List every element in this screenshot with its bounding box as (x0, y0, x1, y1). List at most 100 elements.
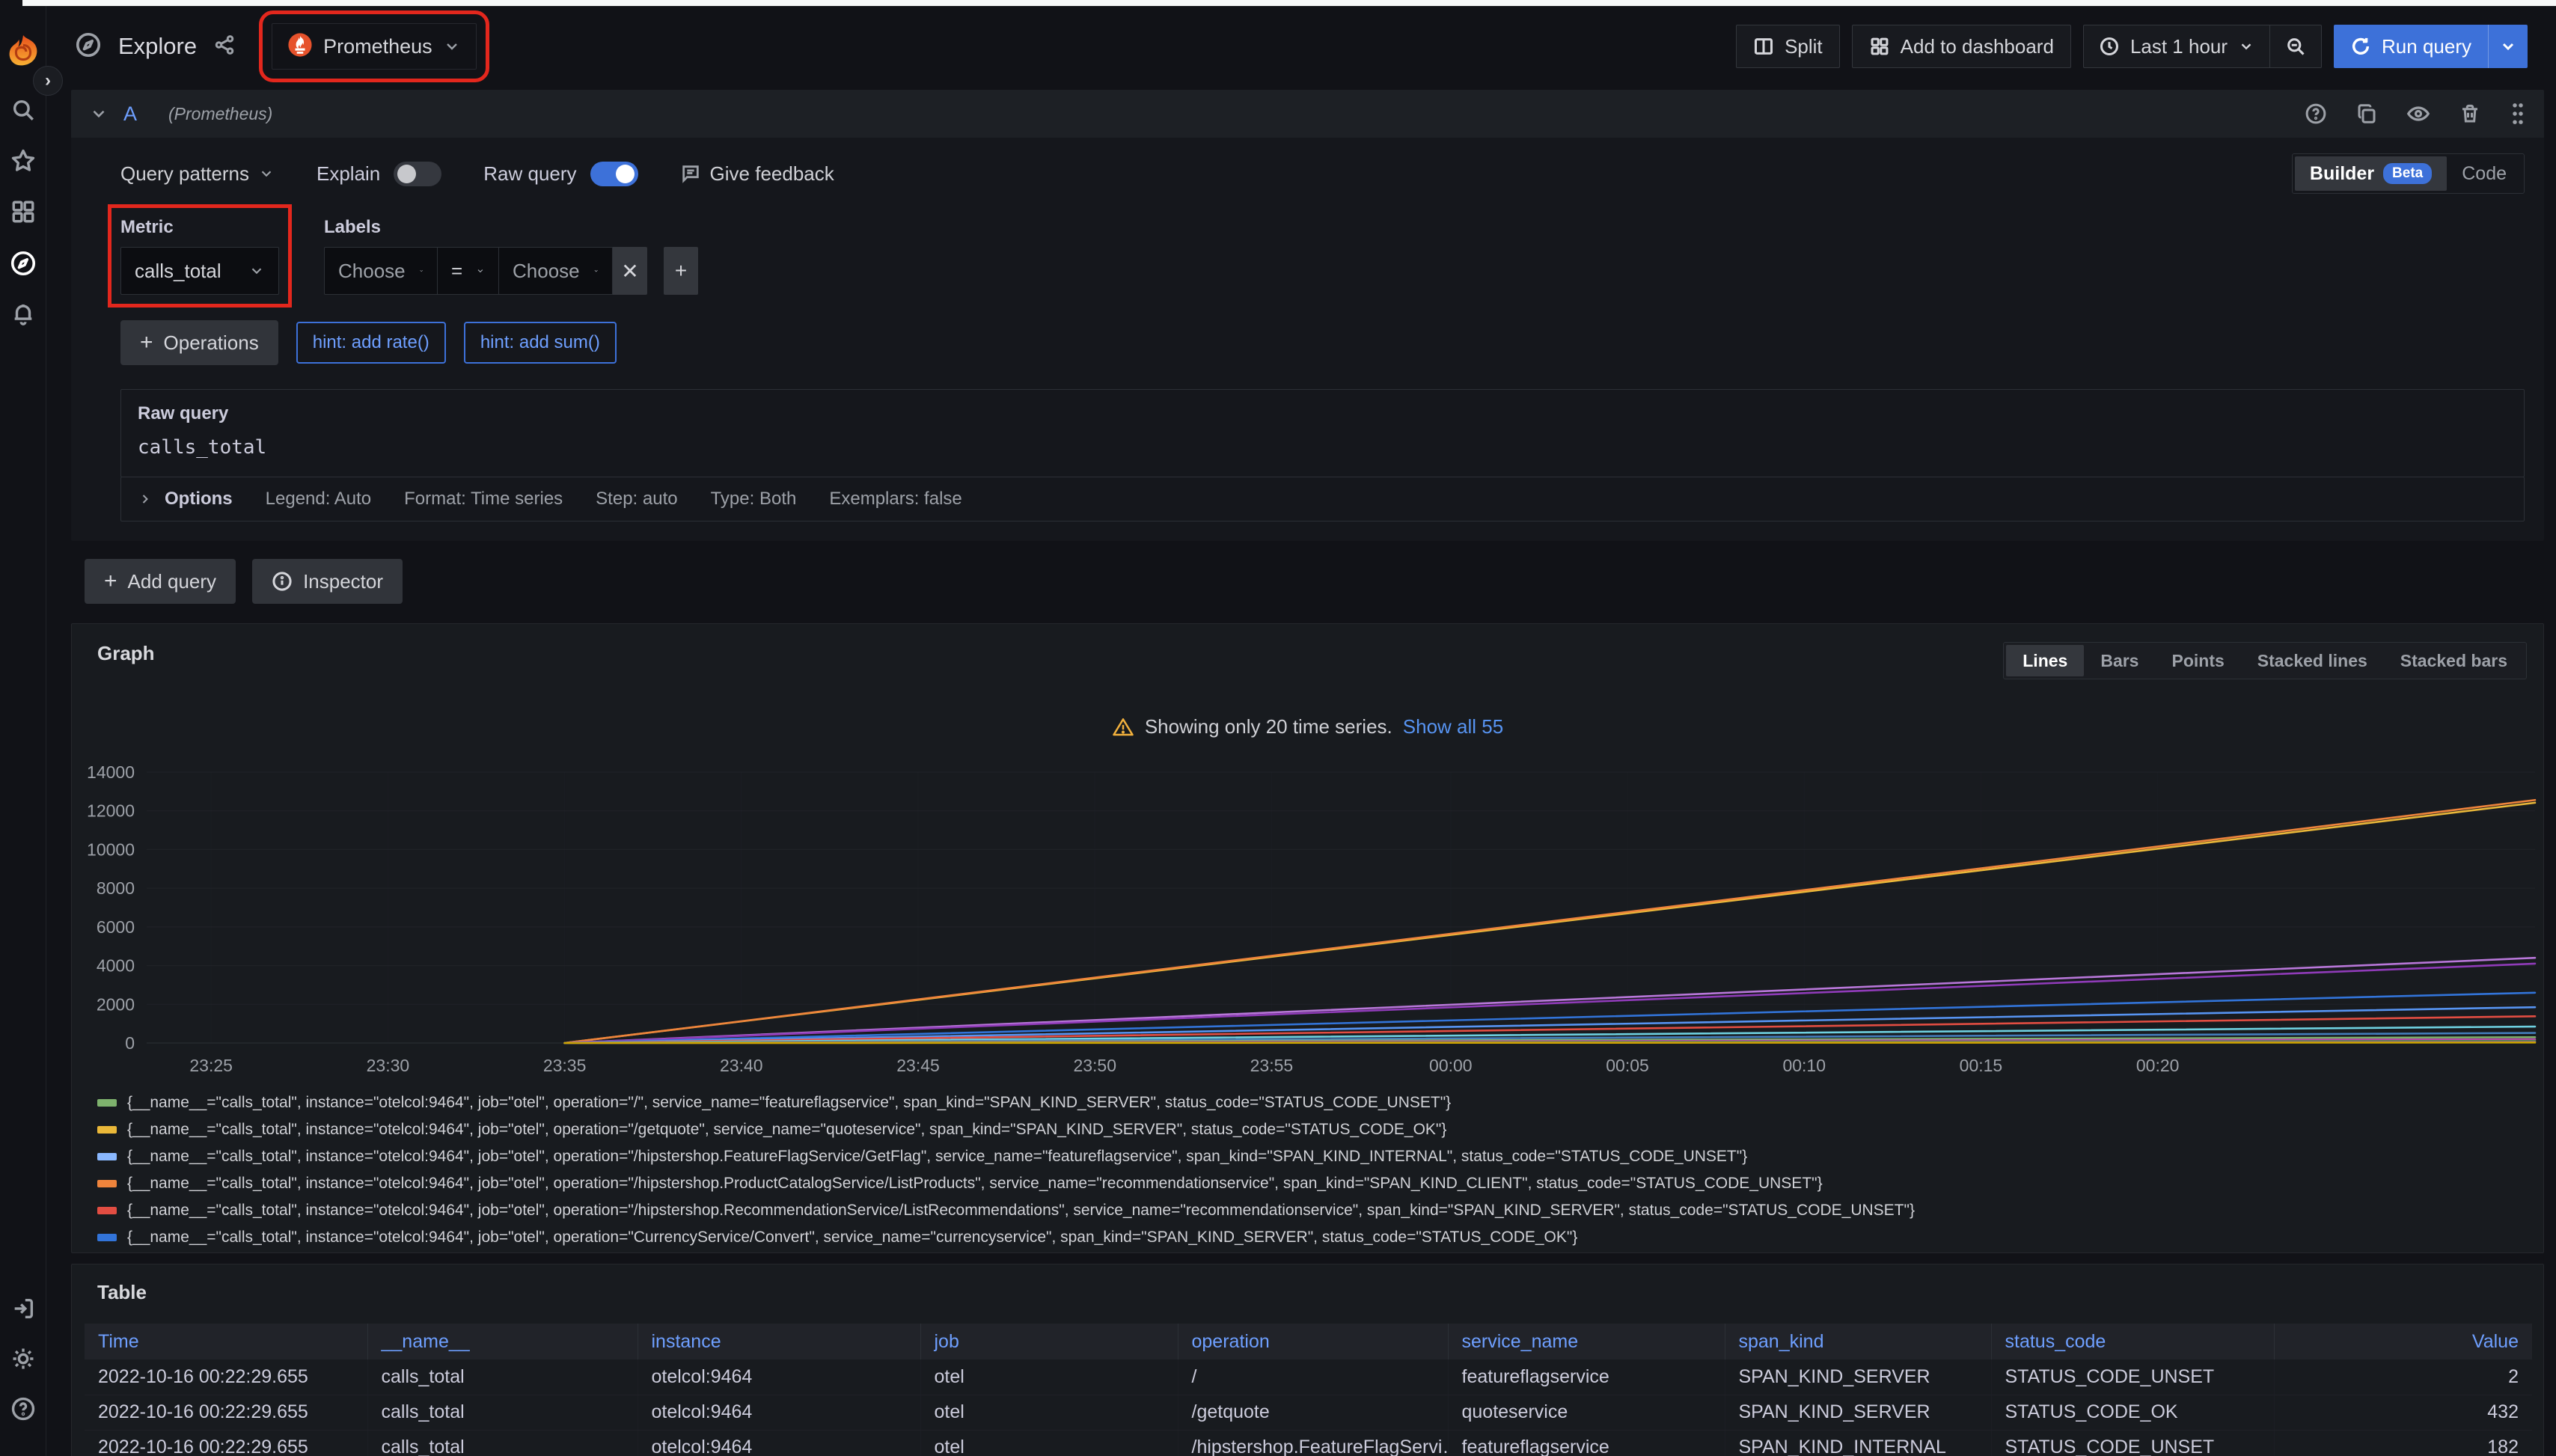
hide-query-eye-icon[interactable] (2406, 102, 2430, 126)
column-header-span-kind[interactable]: span_kind (1725, 1324, 1991, 1359)
time-range-picker[interactable]: Last 1 hour (2084, 25, 2269, 67)
column-header-service-name[interactable]: service_name (1448, 1324, 1725, 1359)
run-query-button[interactable]: Run query (2334, 25, 2528, 68)
graph-style-tabs: LinesBarsPointsStacked linesStacked bars (2003, 642, 2527, 679)
legend-swatch (97, 1207, 117, 1214)
time-range-controls: Last 1 hour (2083, 25, 2322, 68)
share-icon[interactable] (213, 34, 236, 60)
label-key-select[interactable]: Choose (324, 247, 438, 295)
table-cell: otelcol:9464 (638, 1359, 920, 1395)
explore-actions: +Add query Inspector (85, 559, 2544, 604)
grafana-logo[interactable] (0, 33, 46, 72)
metric-select[interactable]: calls_total (120, 247, 279, 295)
add-label-button[interactable]: + (664, 247, 698, 295)
svg-text:0: 0 (125, 1033, 135, 1053)
alerting-bell-icon[interactable] (0, 301, 46, 326)
column-header-name[interactable]: __name__ (367, 1324, 638, 1359)
time-series-chart[interactable]: 23:2523:3023:3523:4023:4523:5023:5500:00… (72, 765, 2545, 1086)
option-format: Format: Time series (404, 489, 563, 510)
svg-text:23:30: 23:30 (367, 1056, 410, 1075)
explain-toggle[interactable] (394, 162, 441, 186)
info-circle-icon (272, 571, 293, 592)
table-cell: calls_total (367, 1359, 638, 1395)
legend-label: {__name__="calls_total", instance="otelc… (127, 1121, 1446, 1139)
query-row-header[interactable]: A (Prometheus) (71, 90, 2544, 138)
builder-mode-tab[interactable]: Builder Beta (2295, 156, 2447, 191)
metric-field: Metric calls_total (120, 217, 279, 295)
run-query-dropdown[interactable] (2488, 25, 2528, 68)
give-feedback-button[interactable]: Give feedback (680, 162, 834, 186)
chevron-right-icon (138, 492, 153, 507)
sidebar-expand-button[interactable]: › (33, 66, 63, 96)
split-button[interactable]: Split (1736, 25, 1840, 68)
beta-badge: Beta (2383, 163, 2432, 184)
query-ref-id[interactable]: A (123, 103, 137, 126)
search-icon[interactable] (0, 97, 46, 123)
options-toggle[interactable]: Options (138, 489, 233, 510)
query-help-icon[interactable] (2305, 103, 2327, 125)
show-all-series-link[interactable]: Show all 55 (1403, 715, 1503, 738)
help-icon[interactable] (0, 1396, 46, 1422)
zoom-out-time-button[interactable] (2269, 25, 2321, 67)
raw-query-label: Raw query (483, 162, 576, 186)
legend-swatch (97, 1099, 117, 1107)
table-cell: featureflagservice (1448, 1359, 1725, 1395)
raw-query-title: Raw query (138, 403, 2507, 424)
settings-gear-icon[interactable] (0, 1346, 46, 1371)
dashboards-icon[interactable] (0, 199, 46, 224)
legend-item[interactable]: {__name__="calls_total", instance="otelc… (97, 1089, 2528, 1116)
drag-handle-icon[interactable] (2510, 102, 2526, 126)
query-datasource-hint: (Prometheus) (168, 104, 272, 124)
table-cell: /getquote (1178, 1395, 1448, 1430)
table-cell: calls_total (367, 1395, 638, 1430)
add-operation-button[interactable]: + Operations (120, 320, 278, 365)
remove-label-button[interactable]: ✕ (613, 247, 647, 295)
legend-item[interactable]: {__name__="calls_total", instance="otelc… (97, 1197, 2528, 1224)
graph-panel: Graph LinesBarsPointsStacked linesStacke… (71, 623, 2544, 1253)
sign-in-icon[interactable] (0, 1296, 46, 1321)
legend-swatch (97, 1126, 117, 1134)
duplicate-query-icon[interactable] (2355, 103, 2378, 125)
table-cell: 432 (2274, 1395, 2532, 1430)
legend-item[interactable]: {__name__="calls_total", instance="otelc… (97, 1116, 2528, 1143)
graph-mode-stacked-bars[interactable]: Stacked bars (2384, 645, 2524, 676)
starred-icon[interactable] (0, 148, 46, 174)
graph-mode-stacked-lines[interactable]: Stacked lines (2241, 645, 2384, 676)
column-header-value[interactable]: Value (2274, 1324, 2532, 1359)
add-query-button[interactable]: +Add query (85, 559, 236, 604)
code-mode-tab[interactable]: Code (2447, 156, 2522, 191)
chevron-down-icon (2238, 38, 2254, 55)
chevron-down-icon (2499, 37, 2517, 55)
column-header-status-code[interactable]: status_code (1991, 1324, 2274, 1359)
column-header-instance[interactable]: instance (638, 1324, 920, 1359)
legend-item[interactable]: {__name__="calls_total", instance="otelc… (97, 1170, 2528, 1197)
raw-query-toggle[interactable] (590, 162, 638, 186)
chevron-down-icon (593, 263, 599, 278)
raw-query-value: calls_total (138, 436, 2507, 459)
svg-text:12000: 12000 (87, 801, 135, 821)
graph-mode-bars[interactable]: Bars (2084, 645, 2155, 676)
label-operator-select[interactable]: = (438, 247, 499, 295)
delete-query-trash-icon[interactable] (2459, 103, 2481, 125)
column-header-job[interactable]: job (920, 1324, 1178, 1359)
query-patterns-dropdown[interactable]: Query patterns (120, 162, 275, 186)
column-header-operation[interactable]: operation (1178, 1324, 1448, 1359)
legend-item[interactable]: {__name__="calls_total", instance="otelc… (97, 1143, 2528, 1170)
hint-add-rate-button[interactable]: hint: add rate() (296, 322, 446, 364)
graph-mode-lines[interactable]: Lines (2006, 645, 2084, 676)
add-to-dashboard-button[interactable]: Add to dashboard (1852, 25, 2071, 68)
option-type: Type: Both (711, 489, 797, 510)
inspector-button[interactable]: Inspector (252, 559, 403, 604)
metric-label: Metric (120, 217, 279, 238)
table-cell: otelcol:9464 (638, 1395, 920, 1430)
table-cell: STATUS_CODE_UNSET (1991, 1430, 2274, 1456)
sidebar: › (0, 6, 46, 1456)
label-value-select[interactable]: Choose (499, 247, 613, 295)
legend-item[interactable]: {__name__="calls_total", instance="otelc… (97, 1224, 2528, 1251)
svg-text:23:40: 23:40 (720, 1056, 763, 1075)
datasource-picker[interactable]: Prometheus (272, 23, 477, 70)
graph-mode-points[interactable]: Points (2155, 645, 2240, 676)
explore-icon-active[interactable] (0, 250, 46, 277)
hint-add-sum-button[interactable]: hint: add sum() (464, 322, 617, 364)
column-header-time[interactable]: Time (85, 1324, 367, 1359)
